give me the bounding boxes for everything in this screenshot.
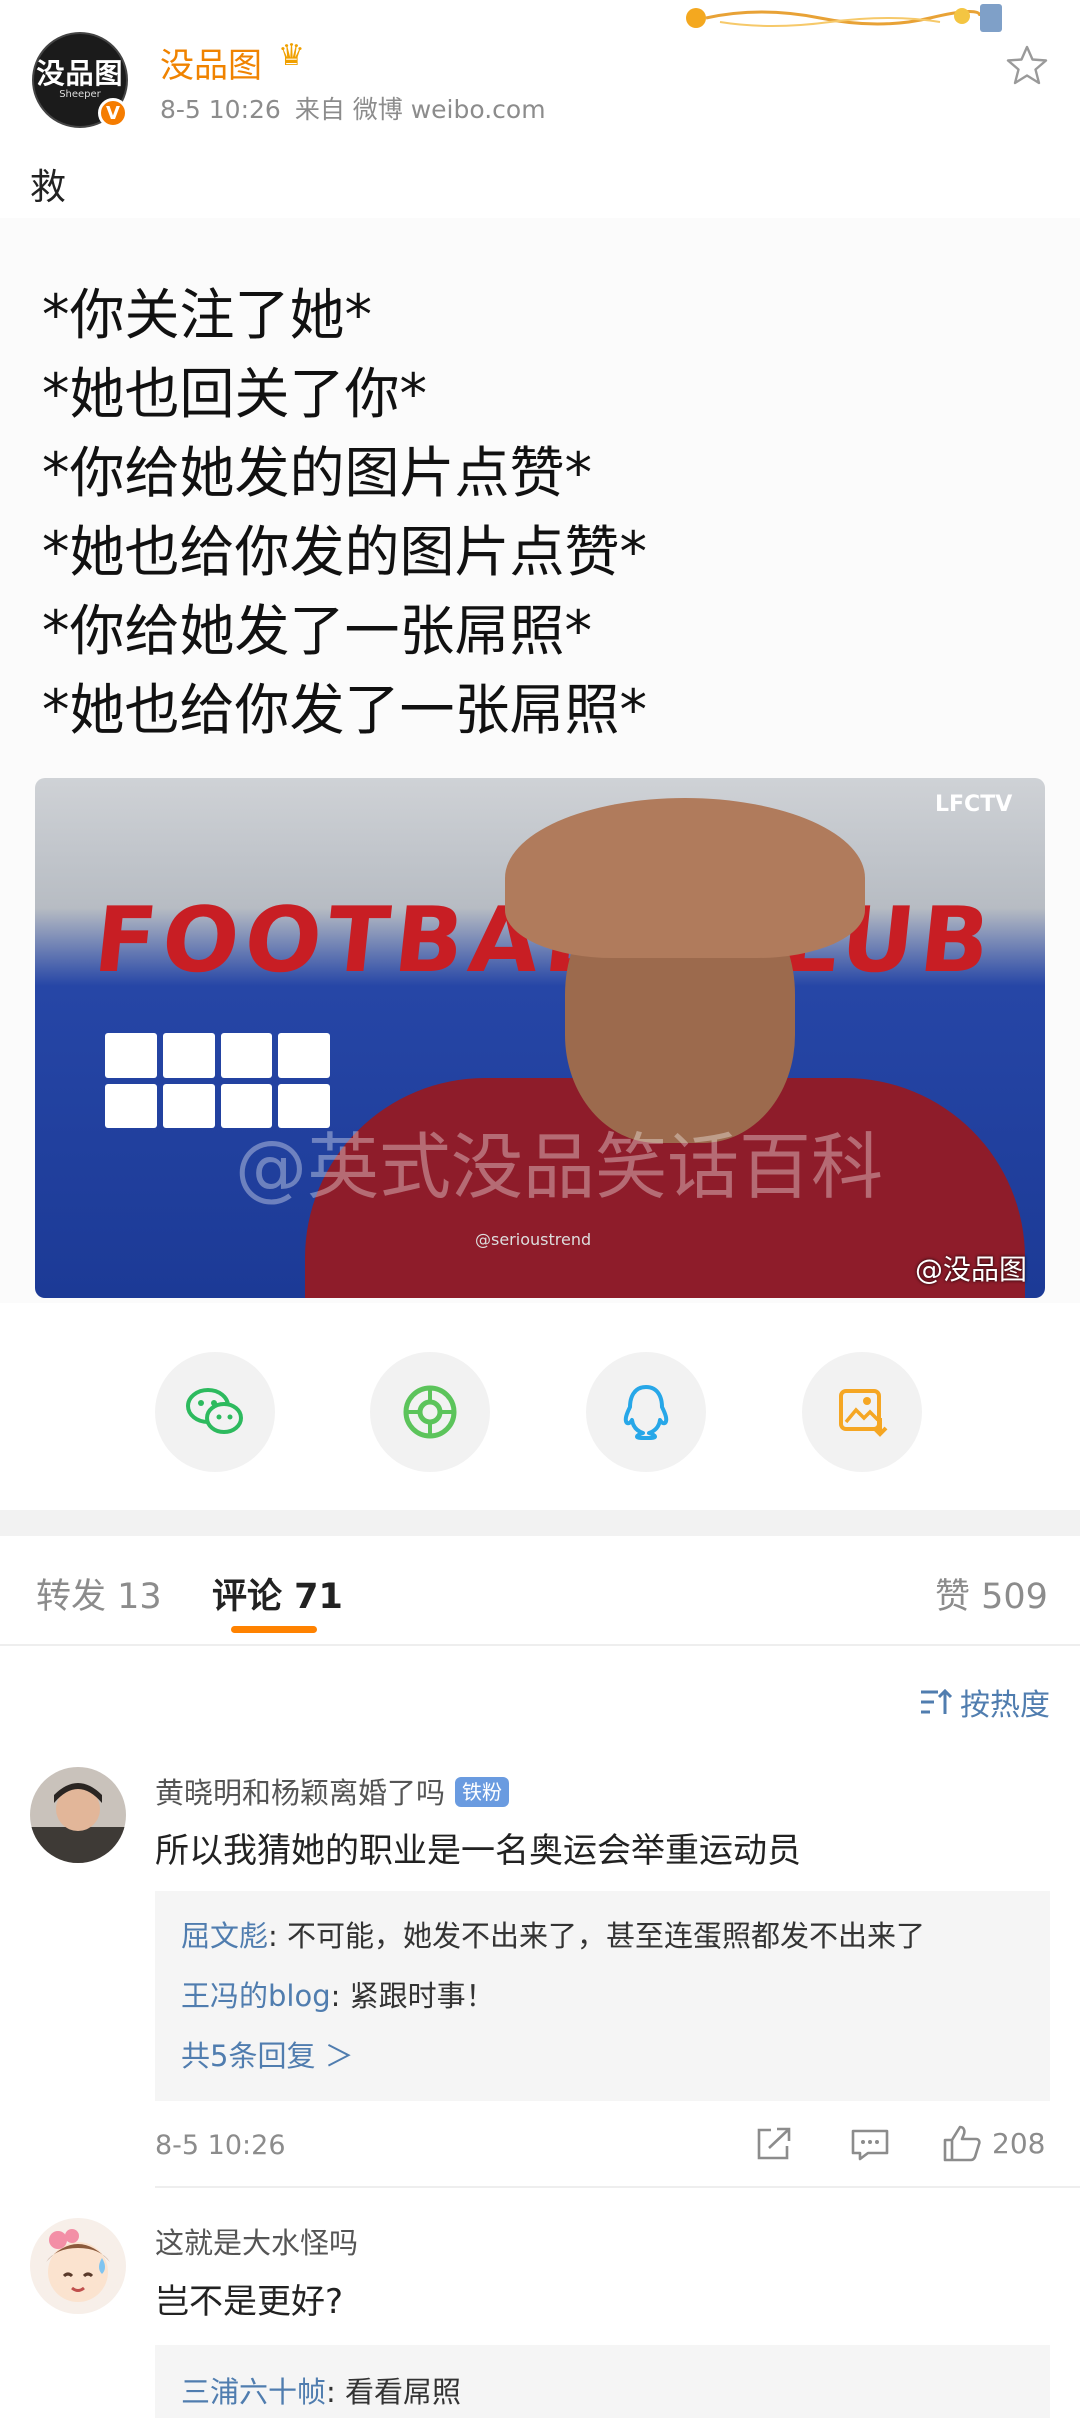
sort-button[interactable]: 按热度 [918, 1680, 1050, 1724]
photo-small-credit: @serioustrend [475, 1230, 592, 1249]
share-wechat-button[interactable] [155, 1352, 275, 1472]
comment-divider [155, 2186, 1080, 2188]
moments-icon [403, 1385, 457, 1439]
post-text: 救 [30, 167, 67, 208]
like-count: 208 [992, 2126, 1046, 2160]
reply-text: : 紧跟时事！ [330, 1979, 495, 2013]
meme-line: *她也给你发的图片点赞* [42, 520, 648, 584]
thumbs-up-icon [943, 2125, 981, 2162]
save-image-icon [839, 1389, 888, 1437]
comment-text: 岂不是更好? [155, 2282, 344, 2322]
view-all-replies-link[interactable]: 共5条回复 ＞ [181, 2033, 354, 2075]
reply-line: 屈文彪: 不可能，她发不出来了，甚至连蛋照都发不出来了 [181, 1913, 925, 1955]
post-meta: 8-5 10:26 来自 微博 weibo.com [160, 90, 560, 126]
wechat-icon [186, 1388, 243, 1434]
reply-comment-button[interactable] [850, 2128, 890, 2162]
avatar-cartoon [30, 2218, 126, 2314]
reply-author[interactable]: 王冯的blog [181, 1979, 331, 2013]
reply-preview-box[interactable]: 屈文彪: 不可能，她发不出来了，甚至连蛋照都发不出来了 王冯的blog: 紧跟时… [155, 1891, 1050, 2101]
comment-author-name[interactable]: 这就是大水怪吗 [155, 2220, 358, 2262]
photo-person-hands [505, 798, 865, 958]
tabs-divider [0, 1644, 1080, 1646]
reply-text: : 不可能，她发不出来了，甚至连蛋照都发不出来了 [268, 1919, 926, 1953]
verified-badge-icon: V [98, 98, 128, 128]
tab-likes[interactable]: 赞 509 [935, 1568, 1048, 1619]
share-qq-button[interactable] [586, 1352, 706, 1472]
section-divider [0, 1510, 1080, 1536]
tab-repost[interactable]: 转发 13 [36, 1568, 162, 1619]
decoration-banner-icon [686, 4, 1002, 32]
sort-icon [921, 1688, 953, 1714]
repost-icon [757, 2127, 791, 2160]
reply-author[interactable]: 三浦六十帧 [181, 2375, 326, 2409]
comment-icon [851, 2129, 889, 2161]
share-moments-button[interactable] [370, 1352, 490, 1472]
like-comment-button[interactable]: 208 [942, 2124, 1045, 2162]
fan-badge: 铁粉 [455, 1777, 510, 1807]
crown-icon: ♛ [278, 38, 305, 73]
favorite-star-icon[interactable] [1004, 42, 1050, 88]
comment-author[interactable]: 黄晓明和杨颖离婚了吗 铁粉 [155, 1770, 510, 1812]
reply-preview-box[interactable]: 三浦六十帧: 看看屌照 [155, 2345, 1050, 2418]
meme-line: *她也给你发了一张屌照* [42, 678, 648, 742]
avatar-logo-text: 没品图 [36, 57, 124, 90]
meme-text-block: *你关注了她* *她也回关了你* *你给她发的图片点赞* *她也给你发的图片点赞… [42, 276, 647, 750]
post-source: 来自 微博 weibo.com [294, 95, 546, 124]
post-time: 8-5 10:26 [160, 95, 281, 124]
photo-channel-logo: LFCTV [935, 792, 1013, 817]
comment-text: 所以我猜她的职业是一名奥运会举重运动员 [155, 1831, 801, 1871]
reply-author[interactable]: 屈文彪 [181, 1919, 268, 1953]
reply-line: 王冯的blog: 紧跟时事！ [181, 1973, 495, 2015]
qq-icon [623, 1385, 669, 1440]
avatar-logo-sub: Sheeper [59, 89, 101, 100]
meme-line: *你给她发了一张屌照* [42, 599, 593, 663]
commenter-avatar[interactable] [30, 1767, 126, 1863]
author-name[interactable]: 没品图 [160, 38, 262, 87]
sort-label: 按热度 [960, 1688, 1050, 1723]
meme-line: *你给她发的图片点赞* [42, 441, 593, 505]
repost-comment-button[interactable] [755, 2126, 793, 2162]
comment-author-name: 黄晓明和杨颖离婚了吗 [155, 1776, 446, 1810]
reply-line: 三浦六十帧: 看看屌照 [181, 2369, 461, 2411]
photo-credit: @没品图 [915, 1253, 1028, 1286]
comment-time: 8-5 10:26 [155, 2130, 286, 2161]
photo-watermark: @英式没品笑话百科 [235, 1125, 884, 1209]
commenter-avatar[interactable] [30, 2218, 126, 2314]
tab-comments[interactable]: 评论 71 [212, 1568, 343, 1619]
meme-line: *你关注了她* [42, 283, 373, 347]
avatar-photo [30, 1767, 126, 1863]
meme-photo: FOOTBALL CLUB LFCTV @serioustrend @英式没品笑… [35, 778, 1045, 1298]
reply-text: : 看看屌照 [326, 2375, 462, 2409]
save-image-button[interactable] [802, 1352, 922, 1472]
meme-line: *她也回关了你* [42, 362, 428, 426]
active-tab-indicator [231, 1626, 317, 1633]
